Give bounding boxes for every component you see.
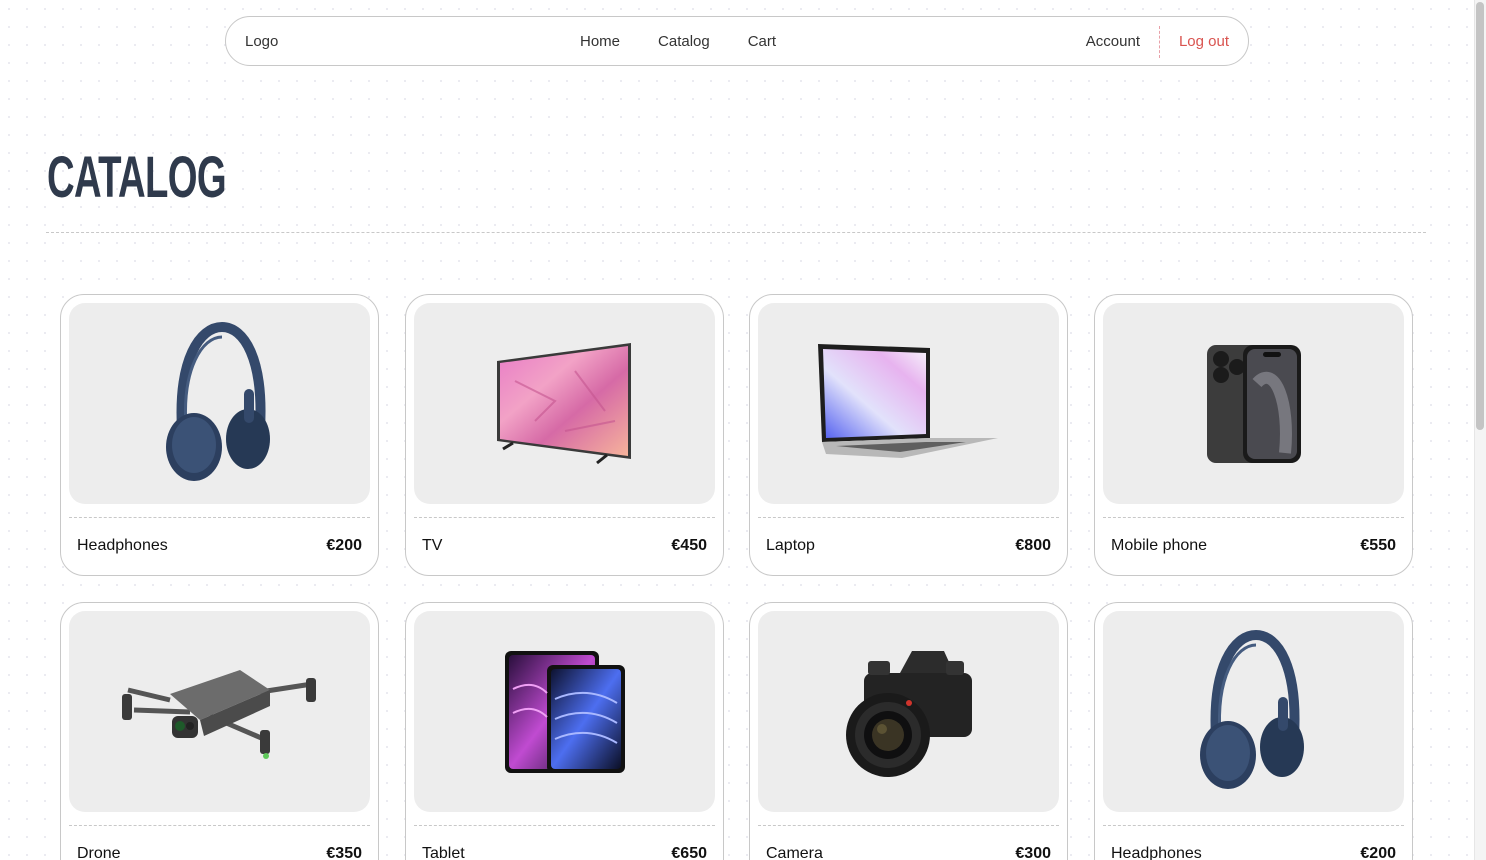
camera-image: [845, 650, 972, 777]
nav-link-catalog[interactable]: Catalog: [658, 33, 710, 50]
card-divider: [758, 517, 1059, 518]
product-card-tablet[interactable]: Tablet €650: [405, 602, 724, 860]
card-divider: [414, 517, 715, 518]
account-link[interactable]: Account: [1086, 33, 1140, 50]
product-image: [414, 303, 715, 504]
headphones-image: [1199, 629, 1304, 789]
product-name: Tablet: [422, 845, 465, 860]
card-divider: [758, 825, 1059, 826]
card-divider: [69, 825, 370, 826]
laptop-image: [817, 343, 998, 458]
card-divider: [1103, 517, 1404, 518]
product-card-headphones[interactable]: Headphones €200: [60, 294, 379, 576]
mobile-phone-image: [1206, 344, 1301, 463]
tablet-image: [504, 650, 625, 773]
logo[interactable]: Logo: [245, 33, 278, 50]
page-scrollbar[interactable]: [1474, 0, 1486, 860]
product-image: [758, 303, 1059, 504]
card-divider: [69, 517, 370, 518]
tv-image: [496, 343, 631, 465]
product-name: Camera: [766, 845, 823, 860]
product-price: €200: [326, 537, 362, 554]
product-card-tv[interactable]: TV €450: [405, 294, 724, 576]
product-card-camera[interactable]: Camera €300: [749, 602, 1068, 860]
nav-link-cart[interactable]: Cart: [748, 33, 776, 50]
product-card-laptop[interactable]: Laptop €800: [749, 294, 1068, 576]
card-divider: [1103, 825, 1404, 826]
nav-divider: [1159, 26, 1160, 58]
product-price: €450: [671, 537, 707, 554]
product-image: [1103, 611, 1404, 812]
product-name: Headphones: [1111, 845, 1202, 860]
top-navbar: Logo Home Catalog Cart Account Log out: [225, 16, 1249, 66]
headphones-image: [165, 321, 270, 481]
product-price: €200: [1360, 845, 1396, 860]
card-divider: [414, 825, 715, 826]
product-name: Mobile phone: [1111, 537, 1208, 554]
product-price: €300: [1015, 845, 1051, 860]
drone-image: [121, 669, 316, 759]
page-title: CATALOG: [47, 145, 227, 210]
product-image: [414, 611, 715, 812]
product-image: [69, 611, 370, 812]
nav-links: Home Catalog Cart: [580, 33, 776, 50]
product-image: [69, 303, 370, 504]
product-price: €350: [326, 845, 362, 860]
product-name: Laptop: [766, 537, 815, 554]
product-image: [758, 611, 1059, 812]
product-name: Headphones: [77, 537, 168, 554]
title-divider: [46, 232, 1426, 233]
logout-link[interactable]: Log out: [1179, 33, 1229, 50]
nav-link-home[interactable]: Home: [580, 33, 620, 50]
product-name: TV: [422, 537, 443, 554]
product-price: €550: [1360, 537, 1396, 554]
product-price: €650: [671, 845, 707, 860]
product-name: Drone: [77, 845, 121, 860]
scrollbar-thumb[interactable]: [1476, 2, 1484, 430]
product-card-mobile-phone[interactable]: Mobile phone €550: [1094, 294, 1413, 576]
product-card-headphones-2[interactable]: Headphones €200: [1094, 602, 1413, 860]
product-card-drone[interactable]: Drone €350: [60, 602, 379, 860]
product-price: €800: [1015, 537, 1051, 554]
product-image: [1103, 303, 1404, 504]
